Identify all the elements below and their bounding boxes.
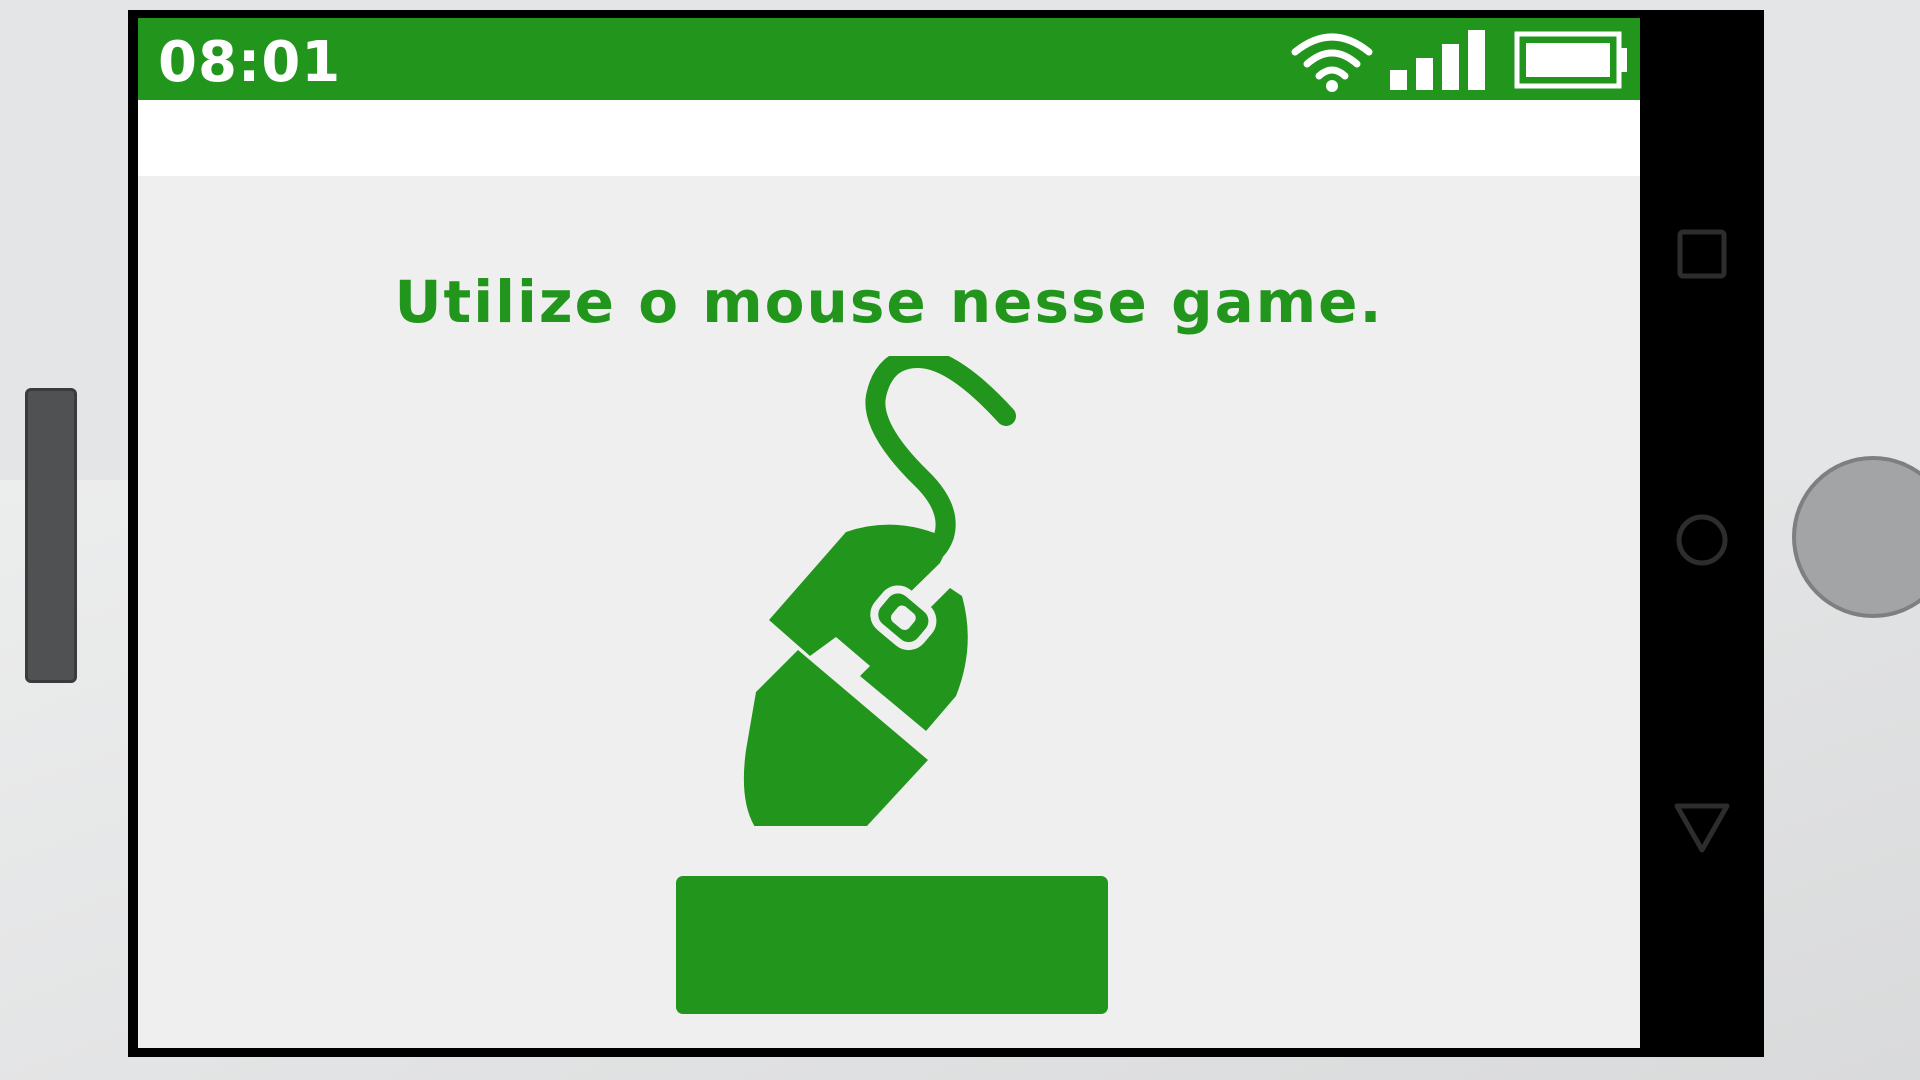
recent-apps-icon xyxy=(1677,229,1727,279)
side-volume-button[interactable] xyxy=(25,388,77,683)
status-time: 08:01 xyxy=(158,30,342,95)
status-bar: 08:01 xyxy=(138,18,1640,100)
home-nav-button[interactable] xyxy=(1640,510,1764,590)
app-header xyxy=(138,100,1640,176)
instruction-text: Utilize o mouse nesse game. xyxy=(394,268,1384,336)
start-button[interactable] xyxy=(676,876,1108,1014)
phone-screen: 08:01 Utilize o mouse nesse game. xyxy=(138,18,1640,1048)
wifi-icon xyxy=(1291,33,1373,92)
phone-frame: 08:01 Utilize o mouse nesse game. xyxy=(128,10,1764,1057)
back-button[interactable] xyxy=(1640,798,1764,878)
recent-apps-button[interactable] xyxy=(1640,224,1764,304)
navigation-bar xyxy=(1640,10,1764,1057)
battery-icon xyxy=(1514,31,1627,89)
home-icon xyxy=(1676,514,1728,566)
back-icon xyxy=(1674,803,1730,853)
computer-mouse-icon xyxy=(743,356,1016,826)
main-content: Utilize o mouse nesse game. xyxy=(138,176,1640,1048)
signal-icon xyxy=(1390,30,1485,90)
